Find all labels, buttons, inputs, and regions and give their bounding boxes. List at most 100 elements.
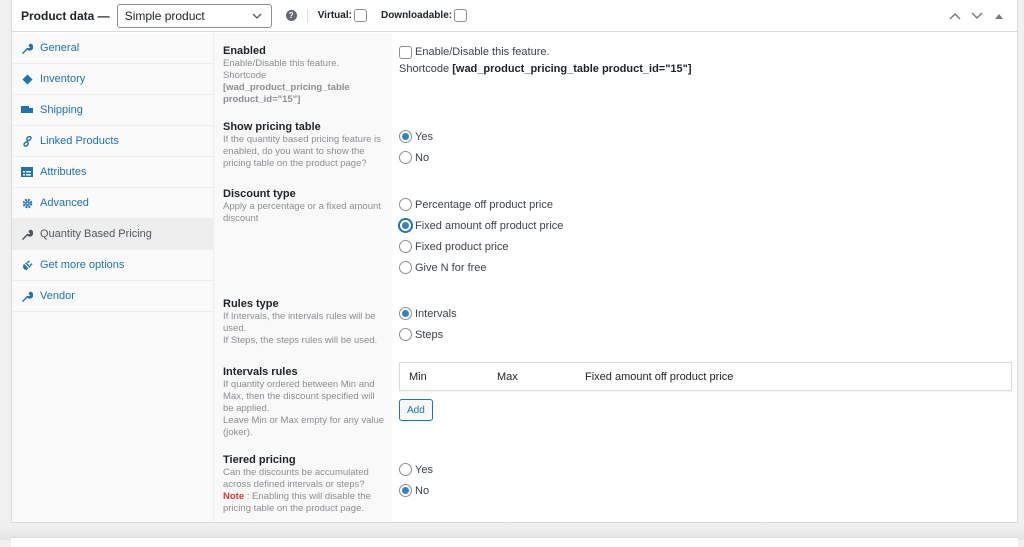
product-data-box: Product data — Simple product ? Virtual:… (11, 0, 1018, 523)
tab-label: Get more options (40, 259, 124, 271)
toggle-panel-icon[interactable] (991, 8, 1007, 24)
product-data-tabs: General Inventory Shipping Linked Produc… (12, 33, 214, 522)
radio-button[interactable] (399, 307, 412, 320)
enabled-description: Enabled Enable/Disable this feature. Sho… (223, 44, 385, 106)
intervals-rules-help-line: If quantity ordered between Min and Max,… (223, 379, 385, 415)
tab-linked-products[interactable]: Linked Products (12, 126, 213, 157)
shortcode-display: Shortcode [wad_product_pricing_table pro… (399, 63, 692, 75)
enabled-help-line: Shortcode (223, 70, 385, 82)
discount-type-fixed-price[interactable]: Fixed product price (399, 236, 563, 257)
rules-type-help-line: If Steps, the steps rules will be used. (223, 335, 385, 347)
list-icon (21, 166, 33, 178)
discount-type-help: Apply a percentage or a fixed amount dis… (223, 201, 385, 225)
tab-attributes[interactable]: Attributes (12, 157, 213, 188)
intervals-rules-help-line: Leave Min or Max empty for any value (jo… (223, 415, 385, 439)
enable-feature-option[interactable]: Enable/Disable this feature. (399, 45, 692, 59)
tab-inventory[interactable]: Inventory (12, 64, 213, 95)
tiered-pricing-description: Tiered pricing Can the discounts be accu… (223, 453, 385, 515)
rules-type-label: Rules type (223, 297, 385, 311)
show-pricing-table-help: If the quantity based pricing feature is… (223, 134, 385, 170)
tab-label: Advanced (40, 197, 89, 209)
plugin-icon (21, 259, 33, 271)
wrench-icon (21, 228, 33, 240)
radio-label: Fixed amount off product price (415, 220, 563, 232)
radio-button[interactable] (399, 151, 412, 164)
enabled-label: Enabled (223, 44, 385, 58)
tab-quantity-based-pricing[interactable]: Quantity Based Pricing (12, 219, 213, 250)
discount-type-description: Discount type Apply a percentage or a fi… (223, 187, 385, 225)
radio-label: Yes (415, 464, 433, 476)
radio-button[interactable] (399, 328, 412, 341)
discount-type-label: Discount type (223, 187, 385, 201)
panel-actions (947, 0, 1007, 32)
intervals-rules-label: Intervals rules (223, 365, 385, 379)
add-rule-button[interactable]: Add (399, 399, 433, 421)
tab-label: Inventory (40, 73, 85, 85)
virtual-label: Virtual: (318, 10, 352, 21)
virtual-option[interactable]: Virtual: (318, 9, 367, 22)
product-data-panel: General Inventory Shipping Linked Produc… (12, 33, 1017, 522)
radio-button[interactable] (399, 463, 412, 476)
radio-button[interactable] (399, 219, 412, 232)
question-circle-icon[interactable]: ? (286, 10, 297, 21)
downloadable-checkbox[interactable] (454, 9, 467, 22)
show-pricing-table-label: Show pricing table (223, 120, 385, 134)
enable-feature-checkbox[interactable] (399, 46, 412, 59)
product-type-value: Simple product (125, 9, 205, 23)
rules-type-help-line: If Intervals, the intervals rules will b… (223, 311, 385, 335)
tab-vendor[interactable]: Vendor (12, 281, 213, 312)
column-header-min: Min (400, 371, 488, 383)
rules-type-intervals[interactable]: Intervals (399, 303, 457, 324)
radio-label: Steps (415, 329, 443, 341)
tiered-pricing-no[interactable]: No (399, 480, 433, 501)
enabled-help-line: Enable/Disable this feature. (223, 58, 385, 70)
tab-label: Quantity Based Pricing (40, 228, 152, 240)
show-pricing-table-yes[interactable]: Yes (399, 126, 433, 147)
move-up-icon[interactable] (947, 8, 963, 24)
wrench-icon (21, 290, 33, 302)
discount-type-control: Percentage off product price Fixed amoun… (399, 194, 563, 278)
radio-label: Fixed product price (415, 241, 509, 253)
column-header-discount: Fixed amount off product price (576, 371, 733, 383)
tab-general[interactable]: General (12, 33, 213, 64)
radio-label: Percentage off product price (415, 199, 553, 211)
tab-label: General (40, 42, 79, 54)
tiered-pricing-note: Note : Enabling this will disable the pr… (223, 491, 385, 515)
note-text: : Enabling this will disable the pricing… (223, 491, 371, 514)
rules-type-description: Rules type If Intervals, the intervals r… (223, 297, 385, 347)
enabled-control: Enable/Disable this feature. Shortcode [… (399, 45, 692, 75)
rules-type-steps[interactable]: Steps (399, 324, 457, 345)
radio-button[interactable] (399, 484, 412, 497)
tag-icon (21, 73, 33, 85)
tab-advanced[interactable]: Advanced (12, 188, 213, 219)
radio-button[interactable] (399, 261, 412, 274)
radio-label: Yes (415, 131, 433, 143)
discount-type-give-n-free[interactable]: Give N for free (399, 257, 563, 278)
rules-type-control: Intervals Steps (399, 303, 457, 345)
move-down-icon[interactable] (969, 8, 985, 24)
tab-shipping[interactable]: Shipping (12, 95, 213, 126)
link-icon (21, 135, 33, 147)
product-data-header: Product data — Simple product ? Virtual:… (12, 0, 1017, 32)
radio-button[interactable] (399, 240, 412, 253)
field-descriptions-column (214, 33, 392, 522)
show-pricing-table-control: Yes No (399, 126, 433, 168)
tab-label: Attributes (40, 166, 86, 178)
tiered-pricing-yes[interactable]: Yes (399, 459, 433, 480)
shortcode-prefix: Shortcode (399, 63, 449, 75)
enable-feature-label: Enable/Disable this feature. (415, 46, 550, 58)
downloadable-option[interactable]: Downloadable: (381, 9, 467, 22)
virtual-checkbox[interactable] (354, 9, 367, 22)
product-type-select[interactable]: Simple product (117, 4, 272, 28)
column-header-max: Max (488, 371, 576, 383)
show-pricing-table-description: Show pricing table If the quantity based… (223, 120, 385, 170)
note-label: Note (223, 491, 244, 502)
radio-button[interactable] (399, 130, 412, 143)
discount-type-fixed-amount[interactable]: Fixed amount off product price (399, 215, 563, 236)
downloadable-label: Downloadable: (381, 10, 452, 21)
show-pricing-table-no[interactable]: No (399, 147, 433, 168)
tab-get-more-options[interactable]: Get more options (12, 250, 213, 281)
discount-type-percentage[interactable]: Percentage off product price (399, 194, 563, 215)
radio-button[interactable] (399, 198, 412, 211)
enabled-help: Enable/Disable this feature. Shortcode [… (223, 58, 385, 106)
